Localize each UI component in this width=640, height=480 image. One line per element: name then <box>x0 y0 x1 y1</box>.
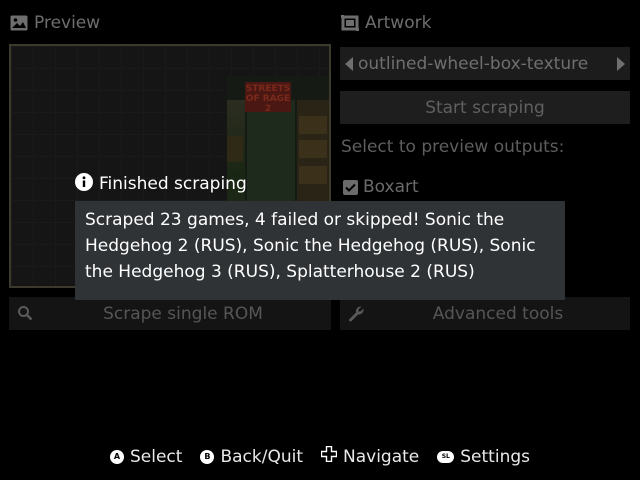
a-button-icon: A <box>110 449 124 464</box>
search-icon <box>17 305 33 326</box>
hint-back: B Back/Quit <box>200 446 303 467</box>
info-icon <box>75 172 93 196</box>
arrow-left-icon[interactable] <box>340 56 358 71</box>
dpad-icon <box>320 445 338 467</box>
start-scraping-button[interactable]: Start scraping <box>340 91 630 124</box>
frame-icon <box>341 15 359 31</box>
wrench-icon <box>348 305 365 327</box>
footer-hints: A Select B Back/Quit Navigate SL Setting… <box>0 445 640 467</box>
hint-select: A Select <box>110 446 182 467</box>
hint-navigate-label: Navigate <box>343 446 420 467</box>
dialog-message: Scraped 23 games, 4 failed or skipped! S… <box>75 201 565 300</box>
image-icon <box>10 15 28 31</box>
artwork-title: Artwork <box>365 13 432 33</box>
boxart-label: Boxart <box>363 177 419 197</box>
preview-title: Preview <box>34 13 101 33</box>
advanced-tools-label: Advanced tools <box>432 303 564 324</box>
hint-navigate: Navigate <box>320 445 420 467</box>
hint-settings: SL Settings <box>437 446 530 467</box>
select-button-icon: SL <box>437 450 455 463</box>
hint-settings-label: Settings <box>460 446 530 467</box>
arrow-right-icon[interactable] <box>612 56 630 71</box>
output-selector[interactable]: outlined-wheel-box-texture <box>340 47 630 80</box>
scrape-single-label: Scrape single ROM <box>103 303 263 324</box>
b-button-icon: B <box>200 449 215 464</box>
dialog-title-row: Finished scraping <box>75 172 247 196</box>
start-scraping-label: Start scraping <box>425 97 545 118</box>
boxart-checkbox[interactable]: Boxart <box>343 177 419 197</box>
dialog-title: Finished scraping <box>99 174 247 194</box>
select-hint: Select to preview outputs: <box>341 137 565 157</box>
advanced-tools-button[interactable]: Advanced tools <box>340 297 630 330</box>
scrape-single-rom-button[interactable]: Scrape single ROM <box>9 297 331 330</box>
game-logo: STREETS OF RAGE 2 <box>245 82 291 114</box>
selected-output: outlined-wheel-box-texture <box>358 53 589 74</box>
check-icon <box>343 179 358 195</box>
hint-back-label: Back/Quit <box>220 446 303 467</box>
artwork-header: Artwork <box>341 11 431 35</box>
hint-select-label: Select <box>130 446 183 467</box>
preview-header: Preview <box>10 11 100 35</box>
